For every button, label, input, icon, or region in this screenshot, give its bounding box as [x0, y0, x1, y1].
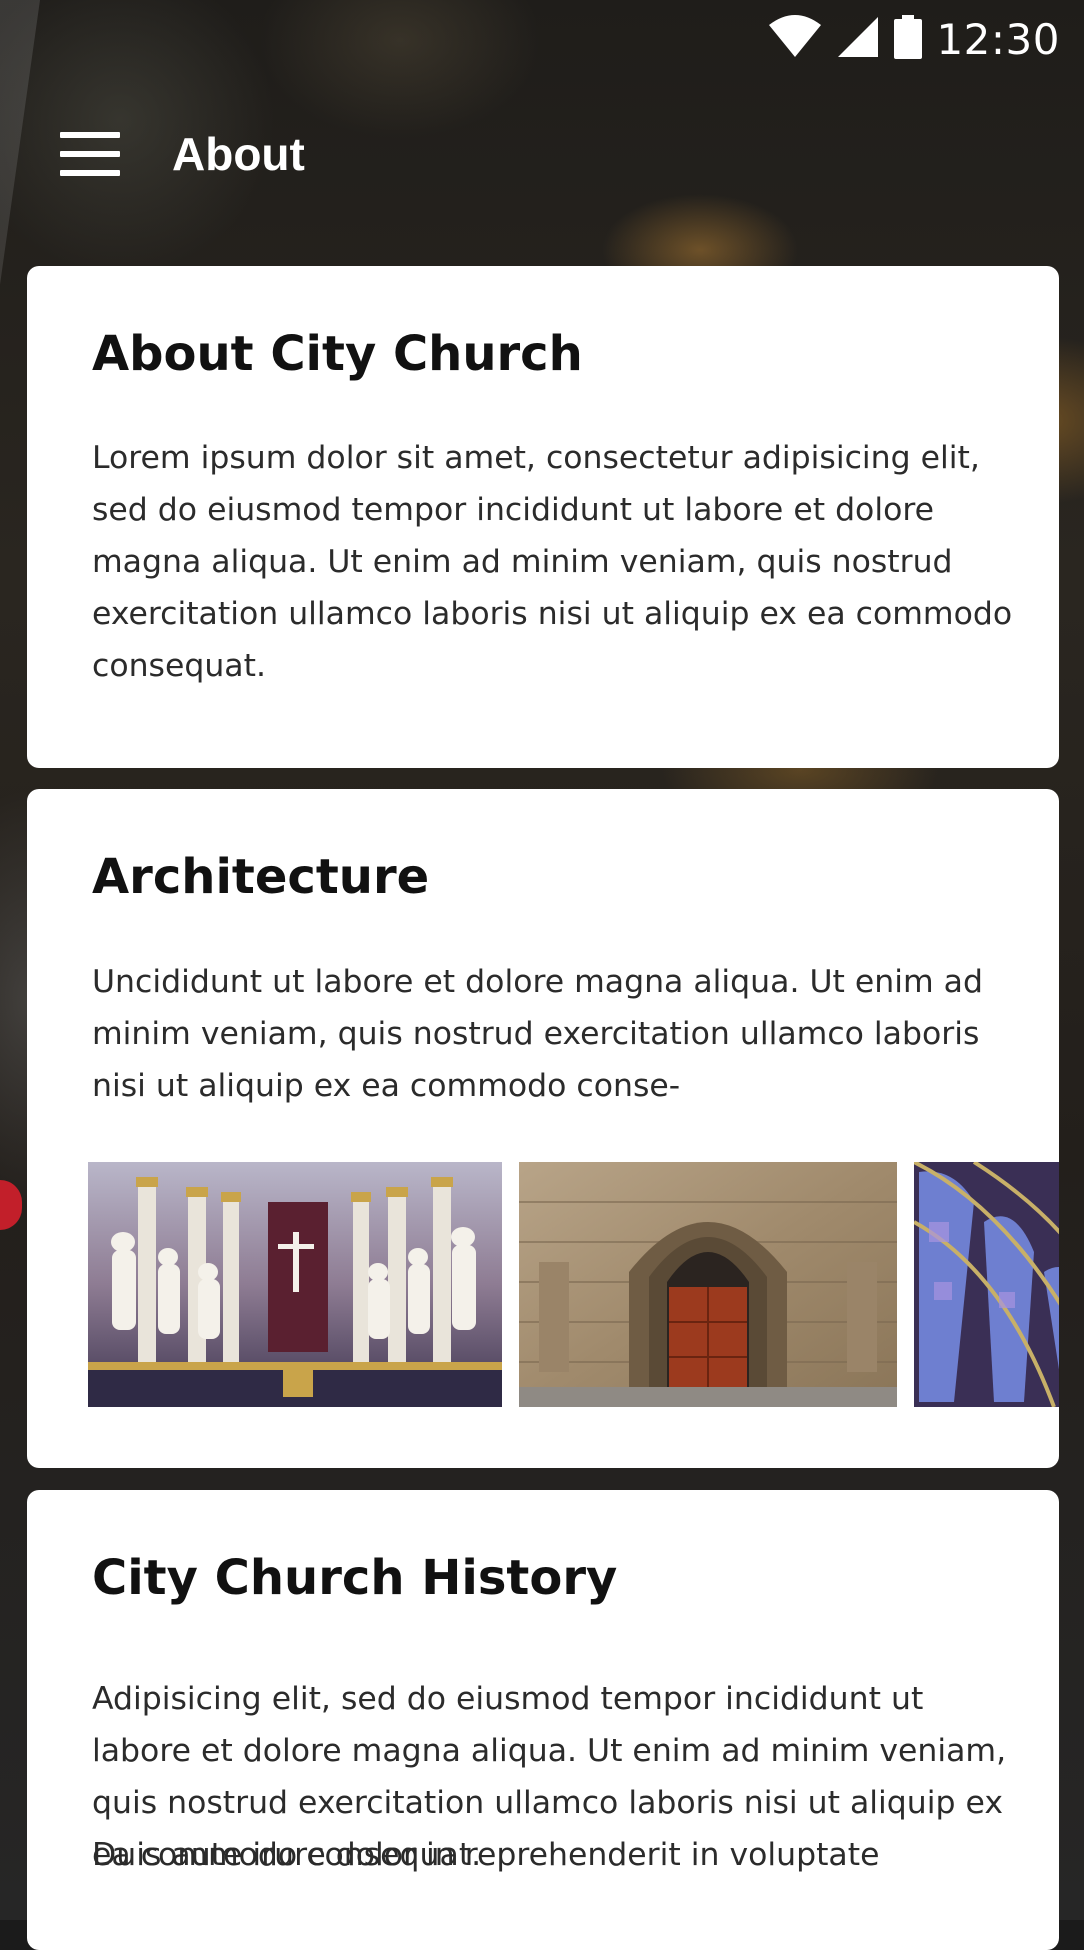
about-card: About City Church Lorem ipsum dolor sit …	[27, 266, 1059, 768]
stained-glass-image[interactable]	[914, 1162, 1059, 1407]
app-bar: About	[0, 100, 1084, 210]
signal-icon	[836, 15, 880, 63]
history-card-body-continued: Duis aute irure dolor in reprehenderit i…	[92, 1837, 880, 1873]
battery-icon	[894, 15, 923, 63]
status-time: 12:30	[936, 14, 1060, 64]
about-card-title: About City Church	[92, 326, 583, 382]
gothic-doorway-image[interactable]	[519, 1162, 897, 1407]
status-icons: 12:30	[768, 14, 1060, 64]
page-title: About	[172, 128, 305, 180]
history-card: City Church History Adipisicing elit, se…	[27, 1490, 1059, 1950]
altar-statues-image[interactable]	[88, 1162, 502, 1407]
architecture-card: Architecture Uncididunt ut labore et dol…	[27, 789, 1059, 1468]
hamburger-menu-icon[interactable]	[60, 132, 120, 176]
architecture-card-body: Uncididunt ut labore et dolore magna ali…	[92, 964, 983, 1104]
status-bar: 12:30	[0, 0, 1084, 76]
architecture-gallery[interactable]	[88, 1162, 1059, 1407]
architecture-card-title: Architecture	[92, 849, 430, 905]
history-card-title: City Church History	[92, 1550, 618, 1606]
wifi-icon	[768, 15, 822, 63]
about-card-body: Lorem ipsum dolor sit amet, consectetur …	[92, 440, 1013, 684]
